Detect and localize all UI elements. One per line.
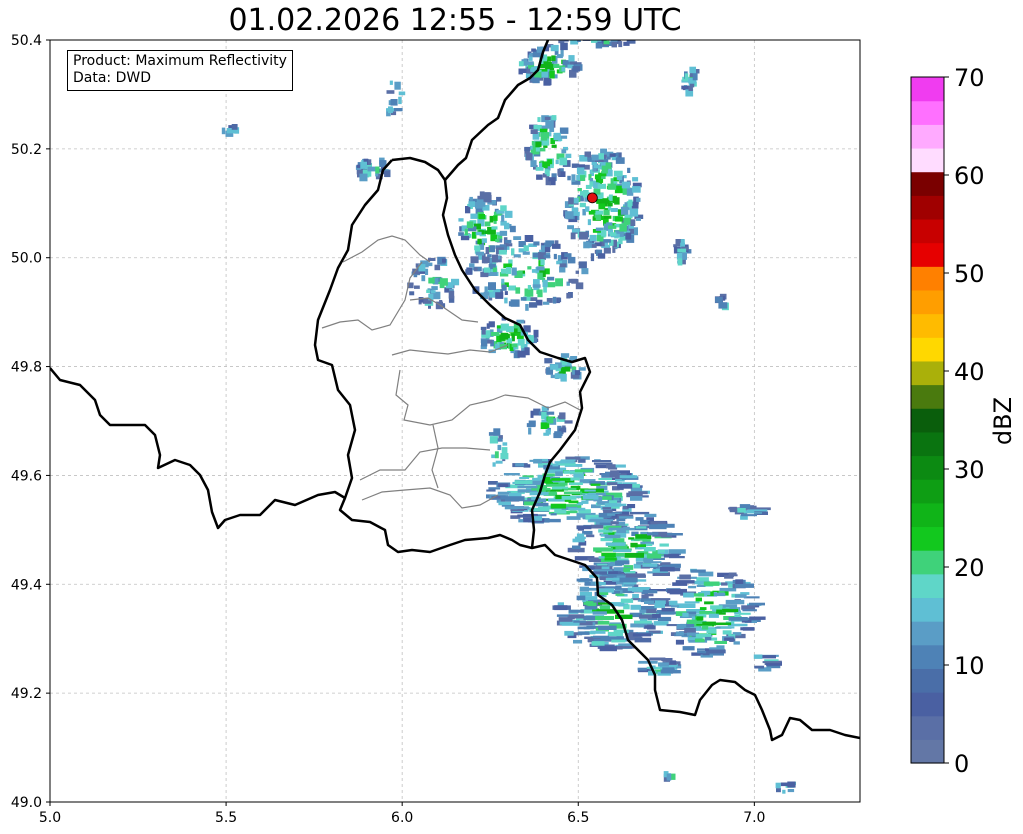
colorbar-ticks: 0 10 20 30 40 50 60 70 xyxy=(944,64,985,778)
colorbar-tick-label: 40 xyxy=(954,358,985,386)
colorbar-segment xyxy=(911,550,944,575)
colorbar-label: dBZ xyxy=(989,397,1017,445)
colorbar-segment xyxy=(911,77,944,102)
product-line: Product: Maximum Reflectivity xyxy=(73,53,287,69)
colorbar-segment xyxy=(911,289,944,315)
colorbar-segment xyxy=(911,171,944,196)
colorbar-segment xyxy=(911,502,944,528)
colorbar-tick-label: 70 xyxy=(954,64,985,92)
colorbar-segment xyxy=(911,692,944,717)
colorbar-segment xyxy=(911,337,944,362)
colorbar-segment xyxy=(911,266,944,291)
colorbar-segment xyxy=(911,739,944,764)
colorbar-segment xyxy=(911,313,944,338)
colorbar-segment xyxy=(911,100,944,125)
colorbar-segment xyxy=(911,573,944,599)
colorbar-segment xyxy=(911,621,944,646)
colorbar-segment xyxy=(911,384,944,409)
colorbar-tick-label: 0 xyxy=(954,750,969,778)
data-source-line: Data: DWD xyxy=(73,70,151,86)
colorbar-tick-label: 30 xyxy=(954,456,985,484)
colorbar-segment xyxy=(911,360,944,386)
colorbar-segment xyxy=(911,242,944,267)
colorbar-segment xyxy=(911,715,944,740)
colorbar-segment xyxy=(911,668,944,693)
colorbar-segment xyxy=(911,147,944,173)
colorbar-tick-label: 60 xyxy=(954,162,985,190)
colorbar-segment xyxy=(911,526,944,551)
colorbar-segment xyxy=(911,644,944,669)
colorbar-tick-label: 10 xyxy=(954,652,985,680)
colorbar-segment xyxy=(911,408,944,433)
map-title: 01.02.2026 12:55 - 12:59 UTC xyxy=(228,3,682,38)
colorbar-segment xyxy=(911,195,944,220)
colorbar-segment xyxy=(911,431,944,457)
colorbar-segment xyxy=(911,124,944,149)
colorbar-segments xyxy=(911,77,944,764)
colorbar-tick-label: 20 xyxy=(954,554,985,582)
colorbar-tick-label: 50 xyxy=(954,260,985,288)
colorbar: 0 10 20 30 40 50 60 70 dBZ xyxy=(910,64,1017,778)
colorbar-segment xyxy=(911,455,944,480)
colorbar-segment xyxy=(911,597,944,622)
colorbar-segment xyxy=(911,479,944,504)
product-info-box: Product: Maximum Reflectivity Data: DWD xyxy=(67,50,293,91)
colorbar-segment xyxy=(911,218,944,244)
